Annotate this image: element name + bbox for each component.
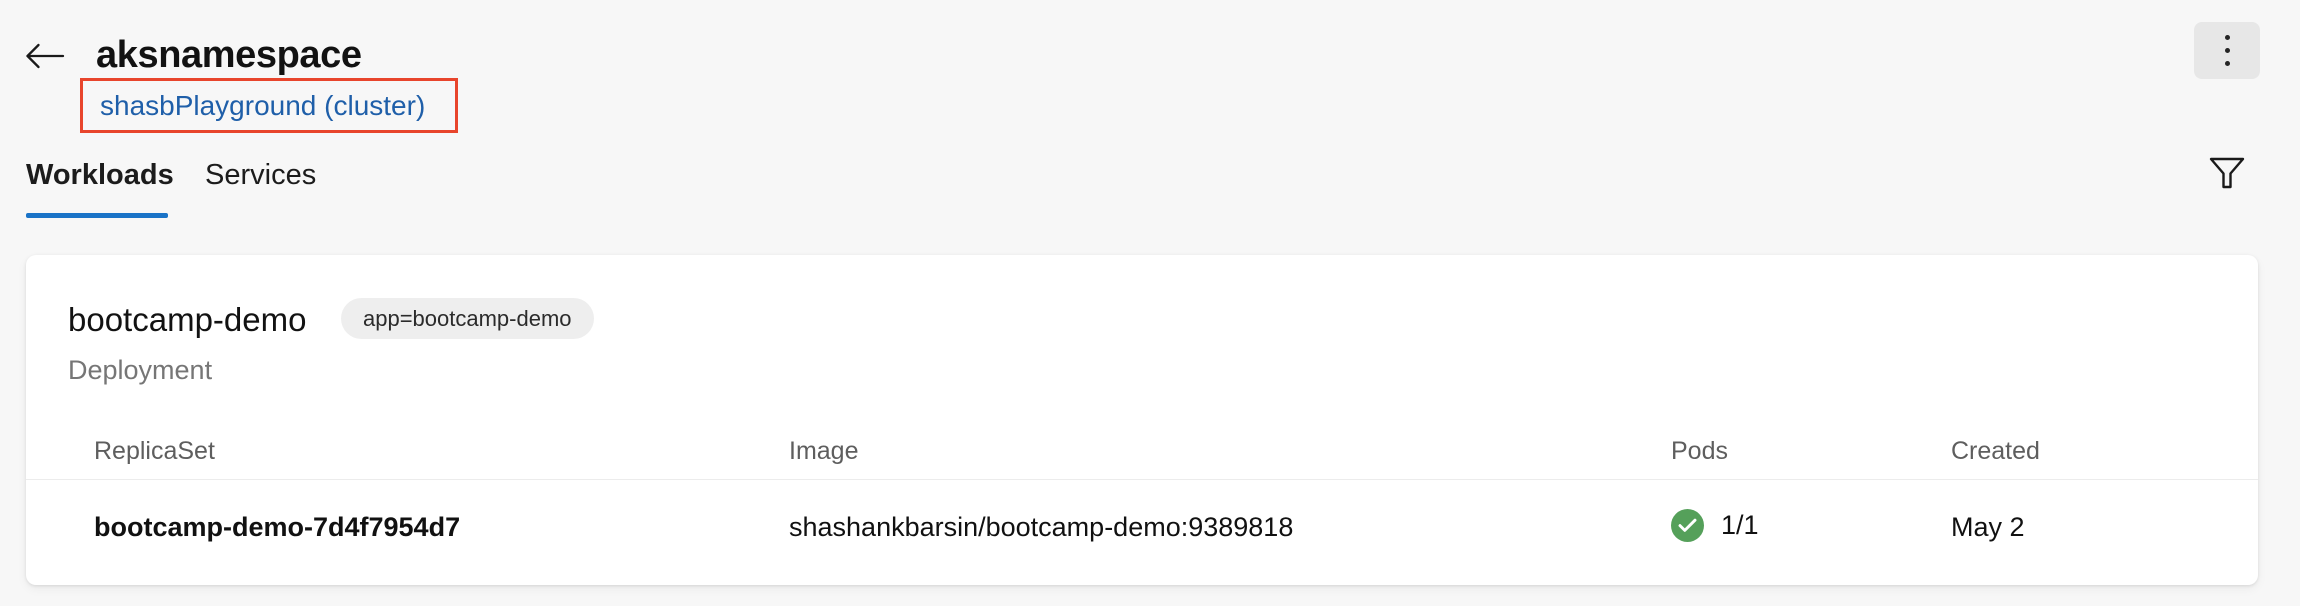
- cell-replicaset[interactable]: bootcamp-demo-7d4f7954d7: [94, 509, 460, 545]
- tab-workloads[interactable]: Workloads: [26, 155, 174, 195]
- cluster-link[interactable]: shasbPlayground (cluster): [100, 89, 425, 123]
- cell-pods-value: 1/1: [1721, 510, 1759, 540]
- kebab-dot: [2224, 61, 2230, 66]
- tab-services[interactable]: Services: [205, 155, 316, 195]
- active-tab-indicator: [26, 213, 168, 218]
- back-arrow-icon[interactable]: [22, 33, 68, 79]
- table-row[interactable]: bootcamp-demo-7d4f7954d7 shashankbarsin/…: [26, 479, 2258, 585]
- column-header-image: Image: [789, 437, 859, 465]
- filter-funnel-icon[interactable]: [2206, 152, 2248, 194]
- kebab-dot: [2224, 48, 2230, 53]
- column-header-replicaset: ReplicaSet: [94, 437, 215, 465]
- column-header-created: Created: [1951, 437, 2040, 465]
- cluster-highlight-box: shasbPlayground (cluster): [80, 78, 458, 133]
- cell-created: May 2: [1951, 512, 2025, 542]
- workload-name: bootcamp-demo: [68, 301, 307, 338]
- cell-image: shashankbarsin/bootcamp-demo:9389818: [789, 512, 1294, 542]
- workload-kind: Deployment: [68, 355, 213, 385]
- cell-pods: 1/1: [1671, 507, 1759, 543]
- column-header-pods: Pods: [1671, 437, 1728, 465]
- label-chip: app=bootcamp-demo: [341, 298, 594, 339]
- check-circle-icon: [1671, 508, 1704, 542]
- tab-bar: Workloads Services: [0, 155, 2300, 223]
- kebab-menu-button[interactable]: [2194, 22, 2260, 79]
- page-title: aksnamespace: [96, 34, 362, 76]
- kebab-dot: [2224, 35, 2230, 40]
- table-header-row: ReplicaSet Image Pods Created: [26, 421, 2258, 480]
